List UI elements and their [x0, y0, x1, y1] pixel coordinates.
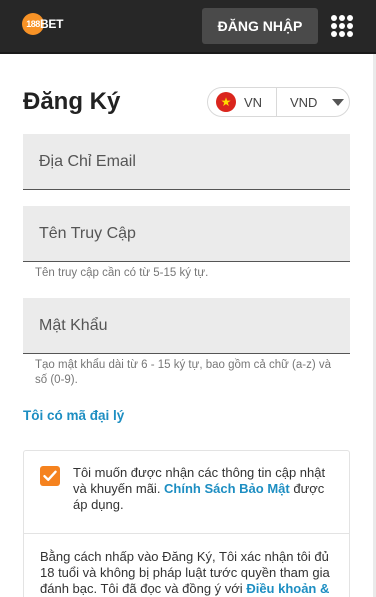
username-placeholder: Tên Truy Cập — [39, 224, 136, 242]
logo-number: 188 — [26, 19, 40, 29]
username-field[interactable]: Tên Truy Cập — [23, 206, 350, 262]
grid-dot — [339, 23, 345, 29]
marketing-consent-checkbox[interactable] — [40, 466, 60, 486]
card-divider — [24, 533, 349, 534]
email-field[interactable]: Địa Chỉ Email — [23, 134, 350, 190]
grid-dot — [347, 15, 353, 21]
agent-code-link[interactable]: Tôi có mã đại lý — [23, 408, 124, 423]
top-navigation-bar: 188 BET ĐĂNG NHẬP — [0, 0, 376, 54]
page-title: Đăng Ký — [23, 88, 121, 115]
vietnam-flag-icon: ★ — [216, 92, 236, 112]
checkmark-icon — [43, 470, 57, 481]
consent-text: Tôi muốn được nhận các thông tin cập nhậ… — [73, 465, 341, 513]
locale-divider — [276, 87, 277, 117]
grid-dot — [347, 23, 353, 29]
grid-dot — [331, 15, 337, 21]
grid-dot — [347, 31, 353, 37]
grid-menu-icon[interactable] — [331, 15, 353, 37]
password-placeholder: Mật Khẩu — [39, 316, 108, 334]
consent-card: Tôi muốn được nhận các thông tin cập nhậ… — [23, 450, 350, 597]
grid-dot — [331, 23, 337, 29]
username-hint: Tên truy cập cần có từ 5-15 ký tự. — [35, 267, 209, 279]
password-field[interactable]: Mật Khẩu — [23, 298, 350, 354]
locale-selector[interactable]: ★ VN VND — [207, 87, 350, 117]
password-hint: Tạo mật khẩu dài từ 6 - 15 ký tự, bao gồ… — [35, 359, 332, 386]
terms-text: Bằng cách nhấp vào Đăng Ký, Tôi xác nhận… — [40, 549, 336, 597]
email-placeholder: Địa Chỉ Email — [39, 152, 136, 170]
currency-value[interactable]: VND — [290, 95, 317, 110]
grid-dot — [339, 15, 345, 21]
login-button[interactable]: ĐĂNG NHẬP — [202, 8, 318, 44]
brand-logo[interactable]: 188 BET — [22, 12, 68, 36]
chevron-down-icon[interactable] — [332, 98, 345, 106]
grid-dot — [331, 31, 337, 37]
logo-text: BET — [40, 17, 64, 31]
privacy-policy-link[interactable]: Chính Sách Bảo Mật — [164, 481, 290, 496]
language-value[interactable]: VN — [244, 95, 276, 110]
grid-dot — [339, 31, 345, 37]
